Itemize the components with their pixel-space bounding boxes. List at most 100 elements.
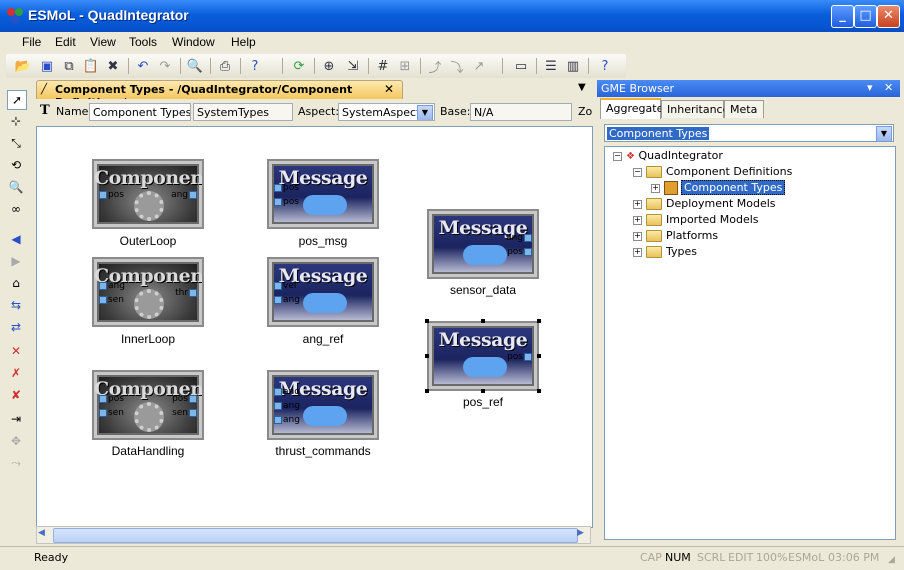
collapse-icon[interactable]: − [633,167,642,177]
port-in[interactable]: sen [98,408,124,418]
block-thrust-commands[interactable]: Message ang ang ang [267,370,379,440]
connect-mode-icon[interactable]: ⤡ [7,134,25,152]
copy-icon[interactable]: ⧉ [60,57,78,75]
delete-icon[interactable]: ✖ [104,57,122,75]
block-datahandling[interactable]: Component pos sen pos sen [92,370,204,440]
grid-icon[interactable]: # [374,57,392,75]
selection-handle[interactable] [537,354,541,358]
port-in[interactable]: ang [98,281,125,291]
menu-view[interactable]: View [88,34,118,50]
tree-node-component-definitions[interactable]: − Component Definitions [633,164,792,180]
collapse-icon[interactable]: − [613,151,622,161]
menu-tools[interactable]: Tools [127,34,159,50]
port-out[interactable]: ang [506,233,533,243]
block-sensor-data[interactable]: Message ang pos [427,209,539,279]
port-in[interactable]: ang [273,295,300,305]
scroll-thumb[interactable] [53,528,578,543]
tree-node-types[interactable]: + Types [633,244,697,260]
back-icon[interactable]: ◀ [7,230,25,248]
delete-mode-icon[interactable]: ✕ [7,342,25,360]
expand-icon[interactable]: + [633,231,642,241]
expand-icon[interactable]: + [633,215,642,225]
selection-handle[interactable] [537,319,541,323]
open-icon[interactable]: 📂 [14,57,32,75]
menu-window[interactable]: Window [170,34,217,50]
block-pos-ref[interactable]: Message pos [427,321,539,391]
aspect-select[interactable]: SystemAspect ▼ [338,103,435,121]
port-in[interactable]: vel [273,281,296,291]
port-out[interactable]: pos [172,394,198,404]
name-field[interactable]: Component Types [89,103,191,121]
expand-icon[interactable]: + [633,199,642,209]
selection-handle[interactable] [481,389,485,393]
title-bar[interactable]: ESMoL - QuadIntegrator _ □ ✕ [0,0,904,32]
tree-node-platforms[interactable]: + Platforms [633,228,718,244]
port-out[interactable]: pos [507,247,533,257]
tab-inheritance[interactable]: Inheritance [661,100,729,118]
scroll-left-icon[interactable]: ◀ [38,528,45,538]
port-in[interactable]: sen [98,295,124,305]
selection-handle[interactable] [537,389,541,393]
zoom-icon[interactable]: ⊕ [320,57,338,75]
tree-node-imported-models[interactable]: + Imported Models [633,212,759,228]
horizontal-scrollbar[interactable]: ◀ ▶ [36,526,591,544]
tab-component-types[interactable]: ╱ Component Types - /QuadIntegrator/Comp… [36,80,403,109]
browser-combo[interactable]: Component Types ▼ [604,124,894,142]
cycle-all-icon[interactable]: ⇄ [7,318,25,336]
model-canvas[interactable]: Component pos ang OuterLoop Message pos … [36,126,593,528]
port-in[interactable]: pos [98,394,124,404]
browser-close-button[interactable]: ✕ [884,81,893,94]
zoom-mode-icon[interactable]: 🔍 [7,178,25,196]
save-icon[interactable]: ▣ [38,57,56,75]
zoom-fit-icon[interactable]: ⇲ [344,57,362,75]
connect-more-icon[interactable]: ↗ [470,57,488,75]
layout-icon[interactable]: ⊞ [396,57,414,75]
browser-pin-button[interactable]: ▾ [867,81,873,94]
cycle-aspect-icon[interactable]: ⇆ [7,296,25,314]
block-pos-msg[interactable]: Message pos pos [267,159,379,229]
selection-handle[interactable] [425,389,429,393]
zoom-region-icon[interactable]: ⊹ [7,112,25,130]
visualize-icon[interactable]: ∞ [7,200,25,218]
port-out[interactable]: sen [172,408,198,418]
home-icon[interactable]: ⌂ [7,274,25,292]
split-h-icon[interactable]: ☰ [542,57,560,75]
undo-icon[interactable]: ↶ [134,57,152,75]
block-outerloop[interactable]: Component pos ang [92,159,204,229]
minimize-button[interactable]: _ [831,5,854,28]
block-innerloop[interactable]: Component ang sen thr [92,257,204,327]
tree-node-deployment-models[interactable]: + Deployment Models [633,196,776,212]
menu-file[interactable]: File [20,34,43,50]
menu-edit[interactable]: Edit [53,34,78,50]
redo-icon[interactable]: ↷ [156,57,174,75]
move-icon[interactable]: ✥ [7,432,25,450]
print-icon[interactable]: ⎙ [216,57,234,75]
scroll-right-icon[interactable]: ▶ [577,528,584,538]
tree-node-root[interactable]: − ❖ QuadIntegrator [613,148,723,164]
refresh-icon[interactable]: ⟳ [290,57,308,75]
port-in[interactable]: pos [98,190,124,200]
resize-grip-icon[interactable]: ◢ [888,555,895,565]
pointer-icon[interactable]: ➚ [7,90,27,110]
port-out[interactable]: ang [171,190,198,200]
tab-close-button[interactable]: ✕ [384,82,394,96]
expand-icon[interactable]: + [633,247,642,257]
selection-handle[interactable] [425,354,429,358]
paste-icon[interactable]: 📋 [82,57,100,75]
forward-icon[interactable]: ▶ [7,252,25,270]
port-in[interactable]: pos [273,197,299,207]
about-icon[interactable]: ? [596,57,614,75]
chevron-down-icon[interactable]: ▼ [876,126,892,142]
editor-tab-menu-icon[interactable]: ▼ [578,82,586,93]
find-icon[interactable]: 🔍 [186,57,204,75]
split-v-icon[interactable]: ▥ [564,57,582,75]
menu-help[interactable]: Help [229,34,258,50]
panel-icon[interactable]: ▭ [512,57,530,75]
tree-node-component-types[interactable]: + Component Types [651,180,786,196]
reroute-icon[interactable]: ⤳ [7,454,25,472]
tab-aggregate[interactable]: Aggregate [600,98,663,119]
port-in[interactable]: ang [273,387,300,397]
close-button[interactable]: ✕ [877,5,900,28]
selection-handle[interactable] [481,319,485,323]
maximize-button[interactable]: □ [854,5,877,28]
